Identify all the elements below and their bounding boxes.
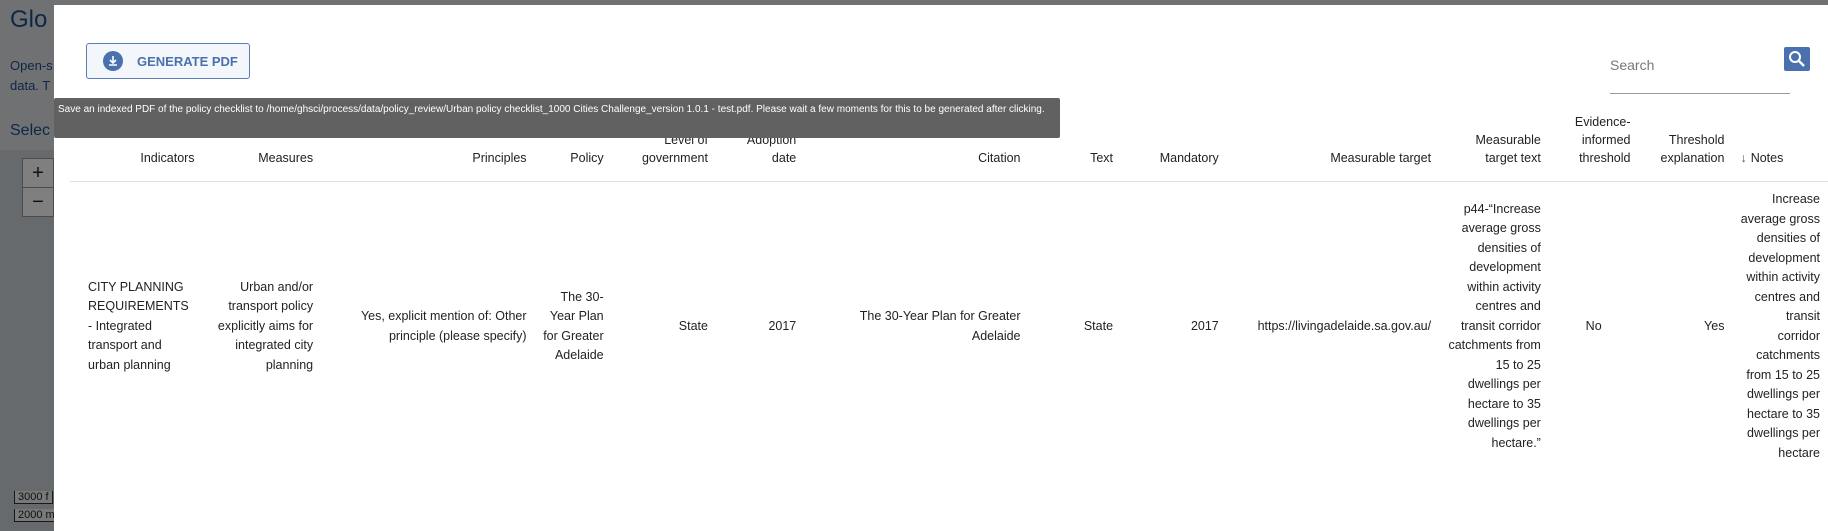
cell-adoption-date: 2017	[768, 318, 797, 333]
search-button[interactable]	[1784, 47, 1810, 71]
generate-pdf-button[interactable]: GENERATE PDF	[86, 43, 250, 79]
header-evidence-informed-threshold[interactable]: Evidence-informed threshold	[1549, 113, 1639, 182]
cell-citation: The 30-Year Plan for Greater Adelaide	[859, 309, 1021, 343]
header-mandatory[interactable]: Mandatory	[1121, 113, 1227, 182]
cell-measures: Urban and/or transport policy explicitly…	[217, 279, 314, 372]
search-field[interactable]	[1610, 45, 1790, 94]
pdf-tooltip: Save an indexed PDF of the policy checkl…	[54, 98, 1060, 138]
search-input[interactable]	[1610, 51, 1760, 79]
header-measurable-target-text[interactable]: Measurable target text	[1439, 113, 1549, 182]
policy-table-modal: GENERATE PDF Indicators Measures Princip…	[54, 5, 1828, 531]
cell-notes: Increase average gross densities of deve…	[1740, 192, 1820, 460]
cell-measurable-target-text: p44-“Increase average gross densities of…	[1448, 201, 1541, 450]
header-threshold-explanation[interactable]: Threshold explanation	[1639, 113, 1733, 182]
cell-policy: The 30-Year Plan for Greater Adelaide	[543, 289, 604, 363]
table-row[interactable]: CITY PLANNING REQUIREMENTS - Integrated …	[70, 182, 1828, 472]
generate-pdf-label: GENERATE PDF	[137, 53, 238, 69]
cell-mandatory: 2017	[1190, 318, 1219, 333]
cell-measurable-target: https://livingadelaide.sa.gov.au/	[1257, 318, 1432, 333]
policy-table: Indicators Measures Principles Policy Le…	[70, 113, 1828, 471]
cell-threshold-explanation: Yes	[1704, 318, 1725, 333]
cell-level-of-government: State	[678, 318, 708, 333]
cell-indicators: CITY PLANNING REQUIREMENTS - Integrated …	[88, 279, 189, 372]
cell-text: State	[1083, 318, 1114, 333]
header-measurable-target[interactable]: Measurable target	[1227, 113, 1439, 182]
header-notes[interactable]: ↓ Notes	[1732, 113, 1828, 182]
download-icon	[103, 51, 123, 71]
cell-principles: Yes, explicit mention of: Other principl…	[360, 309, 527, 343]
arrow-down-icon: ↓	[1740, 151, 1747, 165]
header-notes-label: Notes	[1750, 151, 1784, 165]
cell-evidence-informed-threshold: No	[1585, 318, 1602, 333]
